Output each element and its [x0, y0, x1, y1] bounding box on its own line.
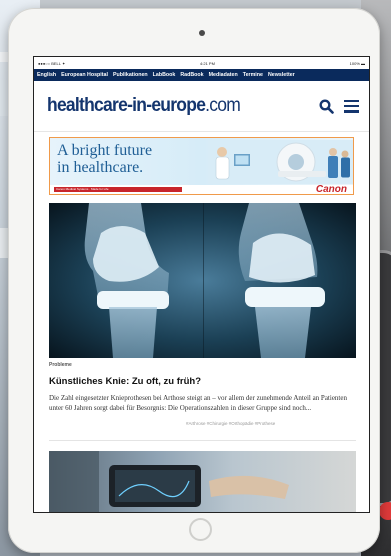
article-category: Probleme — [49, 362, 72, 368]
nav-link-mediadaten[interactable]: Mediadaten — [209, 72, 238, 78]
banner-headline-line2: in healthcare. — [57, 159, 144, 176]
banner-headline: A bright future in healthcare. — [57, 142, 152, 176]
battery-indicator: 100% ▬ — [349, 60, 365, 66]
ultrasound-device-image — [49, 451, 289, 512]
knee-xray-image — [84, 203, 325, 358]
hamburger-menu-icon[interactable] — [344, 99, 359, 113]
banner-medical-scene — [208, 140, 353, 184]
nav-link-newsletter[interactable]: Newsletter — [268, 72, 295, 78]
home-button[interactable] — [189, 518, 212, 541]
nav-link-radbook[interactable]: RadBook — [180, 72, 203, 78]
status-bar: ●●●○○ BELL ✦ 4:21 PM 100% ▬ — [34, 57, 369, 69]
red-badge — [379, 502, 391, 520]
nav-link-termine[interactable]: Termine — [243, 72, 263, 78]
top-navigation: English European Hospital Publikationen … — [34, 69, 369, 81]
banner-red-strip: Canon Medical Systems · Made for Life — [54, 187, 182, 192]
logo-main: healthcare-in-europe — [47, 95, 206, 116]
article-hero-image[interactable] — [49, 203, 356, 358]
canon-ad-banner[interactable]: A bright future in healthcare. Canon Med… — [49, 137, 354, 195]
tablet-screen: ●●●○○ BELL ✦ 4:21 PM 100% ▬ English Euro… — [33, 56, 370, 513]
carrier-label: ●●●○○ BELL ✦ — [38, 60, 66, 66]
site-logo[interactable]: healthcare-in-europe.com — [47, 95, 241, 117]
divider — [49, 440, 356, 441]
camera-icon — [199, 30, 205, 36]
article-teaser[interactable]: Probleme Künstliches Knie: Zu oft, zu fr… — [49, 362, 356, 413]
second-article-image[interactable] — [49, 451, 356, 512]
nav-link-labbook[interactable]: LabBook — [153, 72, 176, 78]
clock: 4:21 PM — [200, 60, 215, 66]
logo-tld: .com — [205, 95, 241, 116]
site-header: healthcare-in-europe.com — [34, 81, 369, 132]
nav-link-european-hospital[interactable]: European Hospital — [61, 72, 108, 78]
article-summary: Die Zahl eingesetzter Knieprothesen bei … — [49, 394, 347, 412]
article-title[interactable]: Künstliches Knie: Zu oft, zu früh? — [49, 376, 356, 387]
nav-link-publikationen[interactable]: Publikationen — [113, 72, 148, 78]
search-icon[interactable] — [319, 98, 334, 114]
banner-headline-line1: A bright future — [57, 142, 153, 159]
nav-link-english[interactable]: English — [37, 72, 56, 78]
article-tags[interactable]: #Arthrose #Chirurgie #Orthopädie #Prothe… — [186, 421, 275, 426]
canon-logo: Canon — [315, 184, 347, 195]
